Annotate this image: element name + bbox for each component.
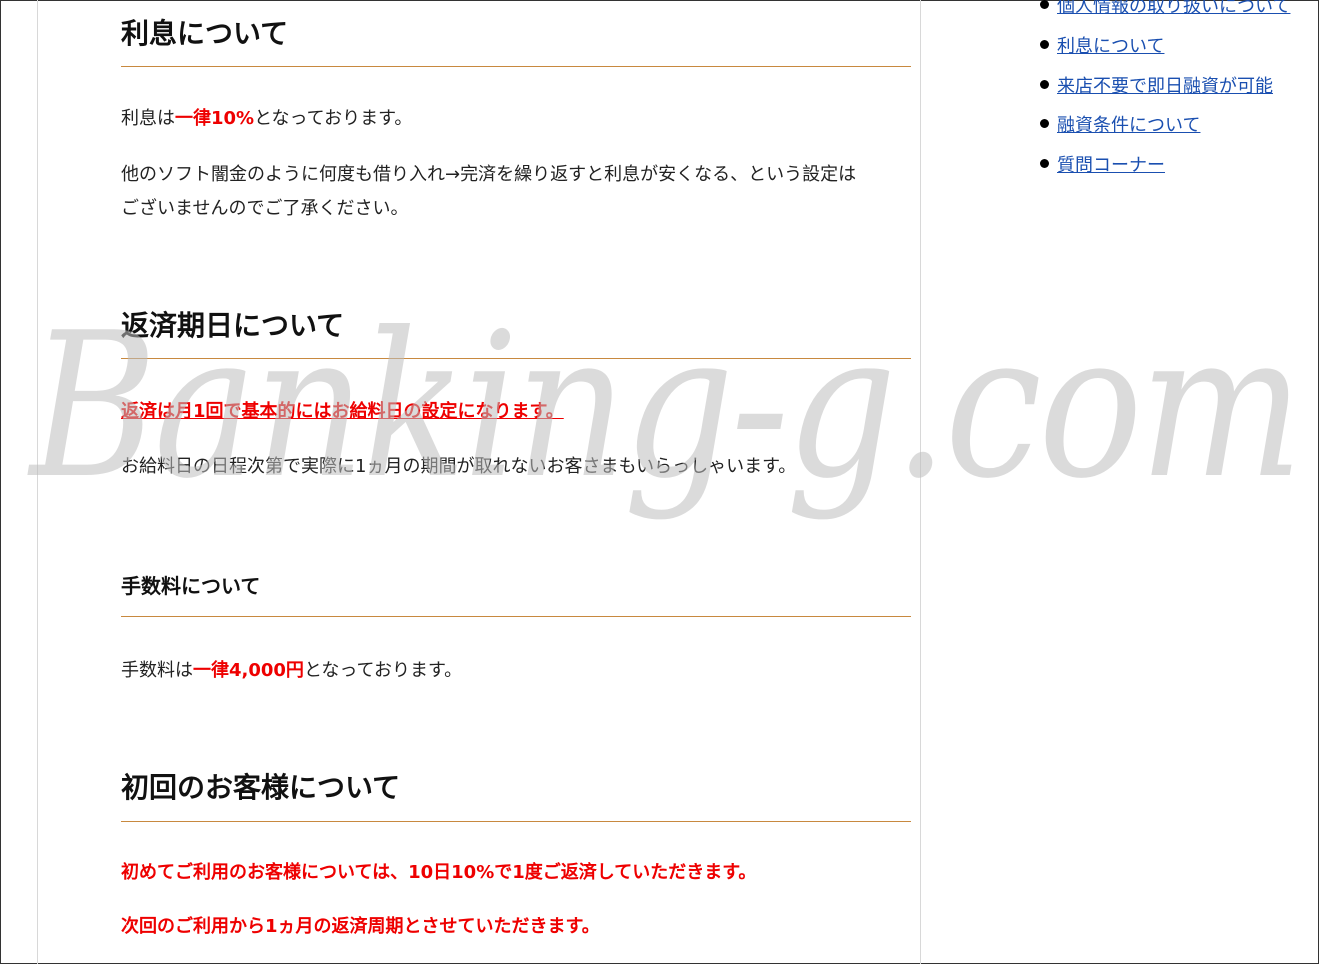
interest-note-line2: ございませんのでご了承ください。 <box>121 198 409 219</box>
bullet-icon <box>1040 159 1049 168</box>
interest-divider <box>121 66 911 67</box>
fee-divider <box>121 616 911 617</box>
sidebar-item-no-visit: 来店不要で即日融資が可能 <box>1040 76 1273 98</box>
interest-rate-value: 一律10% <box>175 108 255 129</box>
repayment-heading: 返済期日について <box>121 309 345 342</box>
first-time-divider <box>121 821 911 822</box>
sidebar-link-privacy[interactable]: 個人情報の取り扱いについて <box>1057 0 1290 17</box>
repayment-divider <box>121 358 911 359</box>
fee-suffix: となっております。 <box>303 660 463 681</box>
sidebar-link-conditions[interactable]: 融資条件について <box>1057 115 1200 136</box>
sidebar-item-conditions: 融資条件について <box>1040 115 1200 137</box>
fee-value: 一律4,000円 <box>193 660 304 681</box>
sidebar-item-faq: 質問コーナー <box>1040 155 1165 177</box>
sidebar-item-interest: 利息について <box>1040 36 1164 58</box>
interest-heading: 利息について <box>121 17 289 50</box>
sidebar-link-interest[interactable]: 利息について <box>1057 36 1164 57</box>
sidebar-item-privacy: 個人情報の取り扱いについて <box>1040 0 1290 18</box>
interest-rate-text: 利息は一律10%となっております。 <box>121 102 412 136</box>
fee-prefix: 手数料は <box>121 660 193 681</box>
sidebar-link-no-visit[interactable]: 来店不要で即日融資が可能 <box>1057 76 1273 97</box>
fee-text: 手数料は一律4,000円となっております。 <box>121 654 462 688</box>
sidebar-link-faq[interactable]: 質問コーナー <box>1057 155 1165 176</box>
first-time-line2: 次回のご利用から1ヵ月の返済周期とさせていただきます。 <box>121 916 600 937</box>
bullet-icon <box>1040 119 1049 128</box>
repayment-schedule-link[interactable]: 返済は月1回で基本的にはお給料日の設定になります。 <box>121 401 564 422</box>
interest-note-line1: 他のソフト闇金のように何度も借り入れ→完済を繰り返すと利息が安くなる、という設定… <box>121 164 857 185</box>
first-time-line1: 初めてご利用のお客様については、10日10%で1度ご返済していただきます。 <box>121 862 757 883</box>
main-column: 利息について 利息は一律10%となっております。 他のソフト闇金のように何度も借… <box>37 0 921 964</box>
repayment-note: お給料日の日程次第で実際に1ヵ月の期間が取れないお客さまもいらっしゃいます。 <box>121 456 797 477</box>
fee-heading: 手数料について <box>121 574 261 598</box>
bullet-icon <box>1040 40 1049 49</box>
first-time-heading: 初回のお客様について <box>121 771 401 804</box>
bullet-icon <box>1040 80 1049 89</box>
interest-rate-suffix: となっております。 <box>254 108 413 129</box>
interest-rate-prefix: 利息は <box>121 108 175 129</box>
bullet-icon <box>1040 0 1049 9</box>
